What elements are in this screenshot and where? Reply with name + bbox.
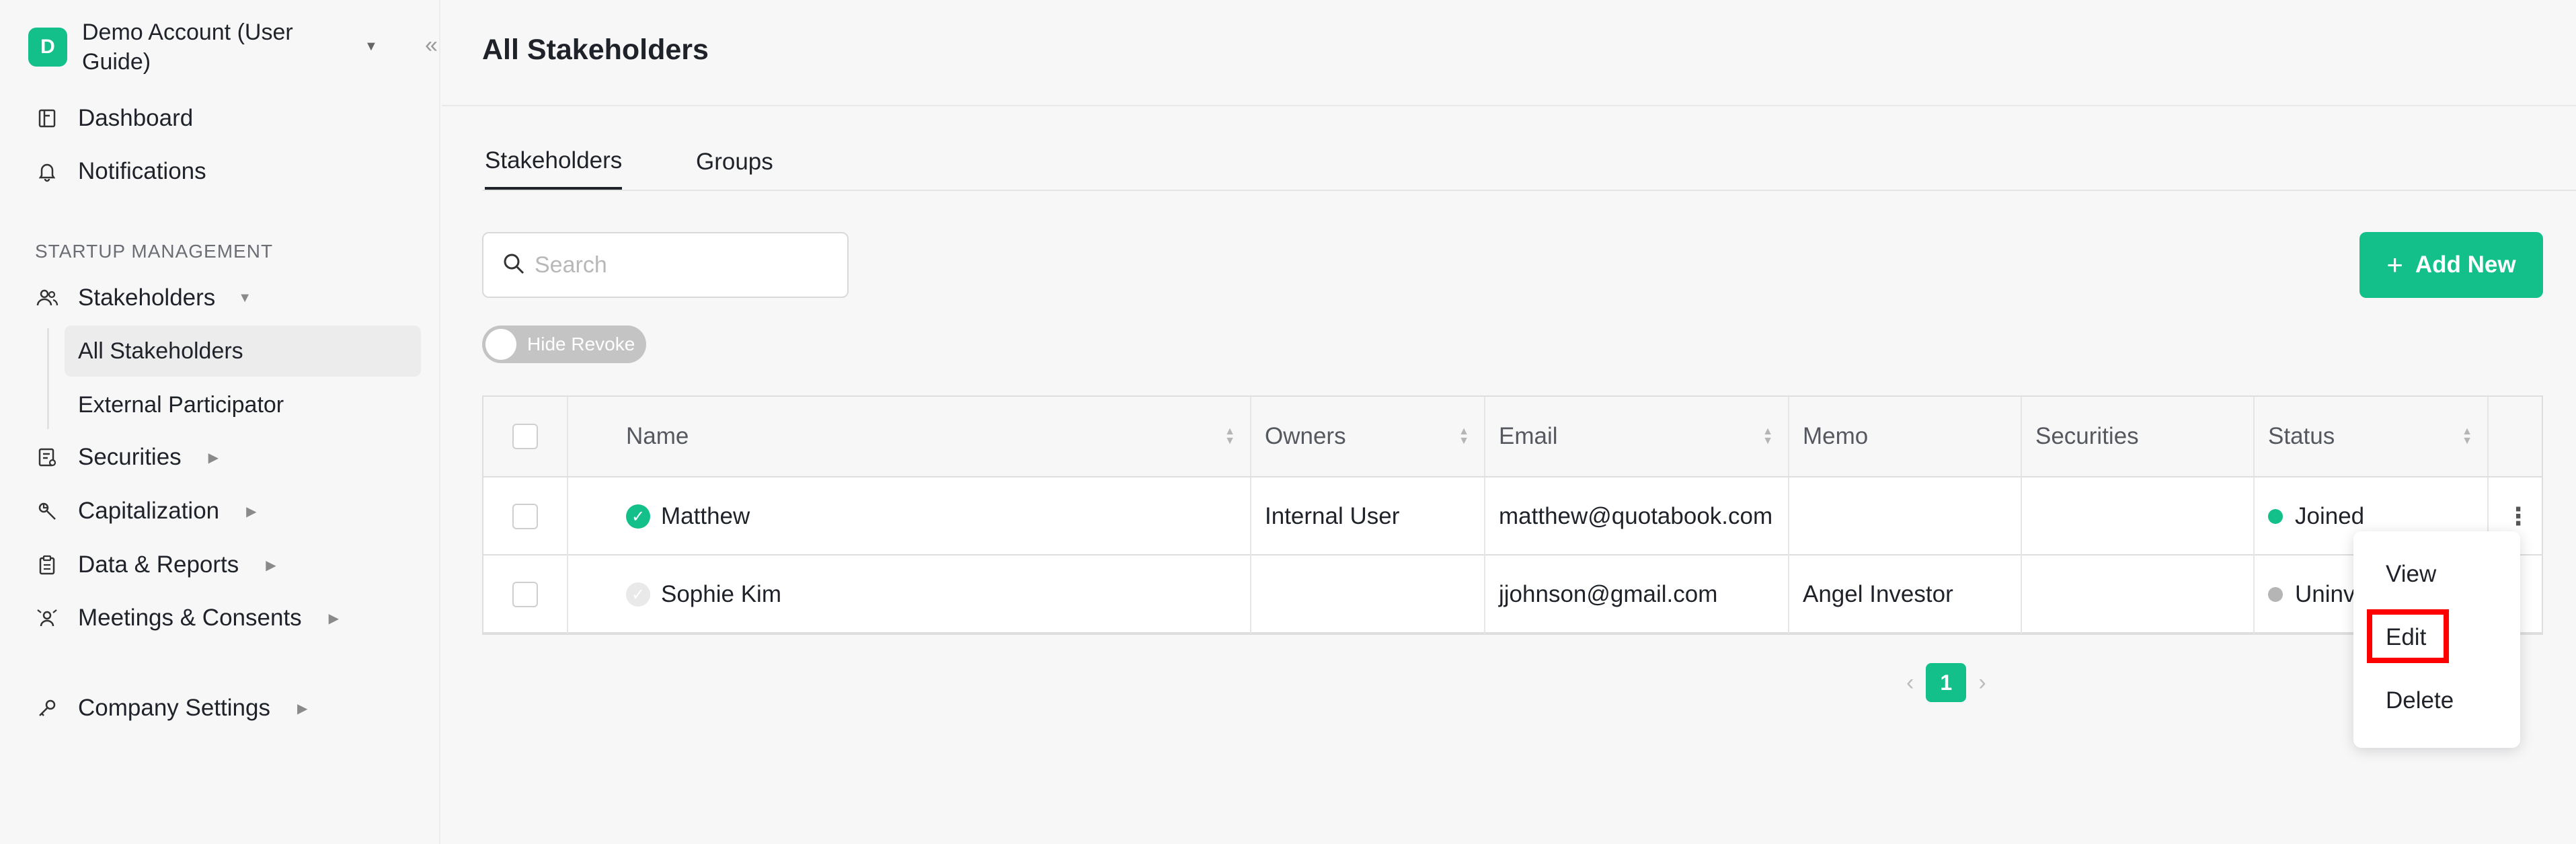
select-all-cell [483, 397, 567, 476]
sidebar-item-label: Stakeholders [78, 284, 216, 311]
page-header: All Stakeholders [442, 0, 2576, 106]
cell-name: ✓ Sophie Kim [567, 555, 1250, 634]
sidebar-item-meetings-consents[interactable]: Meetings & Consents ▶ [35, 598, 339, 638]
sort-icon[interactable]: ▲ ▼ [1762, 426, 1773, 447]
key-icon [35, 696, 59, 720]
sort-icon[interactable]: ▲ ▼ [1458, 426, 1469, 447]
header-actions [2487, 397, 2542, 476]
tab-bar: Stakeholders Groups [482, 135, 2576, 191]
cell-email: matthew@quotabook.com [1484, 477, 1788, 555]
cell-memo [1788, 477, 2021, 555]
sidebar-item-label: Securities [78, 444, 182, 470]
chevron-right-icon: ▶ [208, 450, 219, 465]
tab-stakeholders[interactable]: Stakeholders [485, 135, 623, 190]
sidebar-item-notifications[interactable]: Notifications [35, 151, 206, 192]
pagination: ‹ 1 › [1906, 663, 1986, 702]
bell-icon [35, 159, 59, 184]
status-dot [2268, 509, 2283, 524]
plus-icon: + [2386, 249, 2403, 280]
sidebar-subitem-all-stakeholders[interactable]: All Stakeholders [65, 325, 421, 377]
sidebar-subitem-external-participator[interactable]: External Participator [65, 379, 284, 430]
menu-item-view[interactable]: View [2386, 561, 2436, 588]
sidebar: D Demo Account (User Guide) ▼ « Dashboar… [0, 0, 440, 844]
chevron-right-icon: ▶ [297, 701, 308, 716]
chevron-left-icon[interactable]: ‹ [1906, 670, 1914, 696]
check-circle-icon: ✓ [626, 582, 650, 607]
search-icon [502, 252, 525, 278]
certificate-icon [35, 445, 59, 469]
search-box [482, 232, 849, 298]
search-input[interactable] [535, 252, 830, 278]
meeting-icon [35, 606, 59, 630]
sort-icon[interactable]: ▲ ▼ [2462, 426, 2472, 447]
chevron-right-icon[interactable]: › [1978, 670, 1986, 696]
header-status[interactable]: Status ▲ ▼ [2253, 397, 2487, 476]
header-owners[interactable]: Owners ▲ ▼ [1250, 397, 1484, 476]
table-row[interactable]: ✓ Sophie Kim jjohnson@gmail.com Angel In… [483, 555, 2542, 634]
hide-revoke-toggle[interactable]: Hide Revoke [482, 325, 646, 363]
cell-email: jjohnson@gmail.com [1484, 555, 1788, 634]
menu-item-delete[interactable]: Delete [2386, 687, 2454, 714]
more-vertical-icon[interactable]: ⋮ [2506, 502, 2530, 531]
header-memo: Memo [1788, 397, 2021, 476]
sidebar-item-label: Notifications [78, 158, 206, 184]
check-circle-icon: ✓ [626, 504, 650, 529]
sidebar-item-securities[interactable]: Securities ▶ [35, 437, 219, 477]
row-checkbox-cell [483, 477, 567, 555]
row-checkbox-cell [483, 555, 567, 634]
page-button[interactable]: 1 [1926, 663, 1967, 702]
chevron-right-icon: ▶ [246, 504, 257, 519]
cell-owners: Internal User [1250, 477, 1484, 555]
cell-name: ✓ Matthew [567, 477, 1250, 555]
cell-securities [2021, 477, 2253, 555]
clipboard-icon [35, 553, 59, 577]
tab-groups[interactable]: Groups [696, 135, 773, 190]
main-content: All Stakeholders Stakeholders Groups + A… [442, 0, 2576, 844]
toggle-knob [485, 329, 516, 360]
chevron-right-icon: ▶ [266, 558, 276, 573]
select-all-checkbox[interactable] [512, 424, 538, 449]
row-checkbox[interactable] [512, 582, 538, 607]
sidebar-item-data-reports[interactable]: Data & Reports ▶ [35, 545, 276, 585]
caret-down-icon[interactable]: ▼ [364, 39, 378, 54]
sidebar-item-capitalization[interactable]: Capitalization ▶ [35, 491, 257, 531]
cell-memo: Angel Investor [1788, 555, 2021, 634]
add-new-button[interactable]: + Add New [2359, 232, 2543, 298]
header-name[interactable]: Name ▲ ▼ [567, 397, 1250, 476]
header-securities: Securities [2021, 397, 2253, 476]
account-avatar: D [28, 28, 67, 67]
sidebar-item-label: Dashboard [78, 105, 194, 131]
dashboard-icon [35, 106, 59, 130]
chevron-right-icon: ▶ [328, 611, 340, 626]
sidebar-item-label: Company Settings [78, 695, 270, 721]
section-title: STARTUP MANAGEMENT [35, 241, 274, 262]
table-row[interactable]: ✓ Matthew Internal User matthew@quotaboo… [483, 477, 2542, 555]
sort-icon[interactable]: ▲ ▼ [1224, 426, 1235, 447]
sidebar-item-label: Meetings & Consents [78, 605, 302, 631]
submenu-line [47, 328, 49, 429]
sidebar-item-dashboard[interactable]: Dashboard [35, 98, 193, 139]
users-icon [35, 286, 59, 310]
table-header: Name ▲ ▼ Owners ▲ ▼ Email ▲ ▼ Memo Securiti… [483, 397, 2542, 477]
cell-owners [1250, 555, 1484, 634]
sidebar-item-stakeholders[interactable]: Stakeholders ▼ [35, 278, 251, 318]
chart-search-icon [35, 499, 59, 523]
account-switcher[interactable]: D Demo Account (User Guide) ▼ « [28, 20, 438, 75]
sidebar-item-label: Capitalization [78, 498, 220, 524]
toggle-label: Hide Revoke [527, 334, 635, 354]
header-email[interactable]: Email ▲ ▼ [1484, 397, 1788, 476]
sidebar-item-company-settings[interactable]: Company Settings ▶ [35, 688, 307, 728]
sidebar-item-label: Data & Reports [78, 551, 239, 578]
stakeholders-table: Name ▲ ▼ Owners ▲ ▼ Email ▲ ▼ Memo Securiti… [482, 395, 2543, 635]
page-title: All Stakeholders [482, 34, 709, 66]
account-name: Demo Account (User Guide) [82, 20, 293, 75]
row-checkbox[interactable] [512, 504, 538, 529]
cell-securities [2021, 555, 2253, 634]
status-dot [2268, 587, 2283, 602]
collapse-sidebar-icon[interactable]: « [425, 32, 438, 59]
chevron-down-icon: ▼ [238, 290, 252, 305]
highlight-box [2367, 609, 2449, 663]
